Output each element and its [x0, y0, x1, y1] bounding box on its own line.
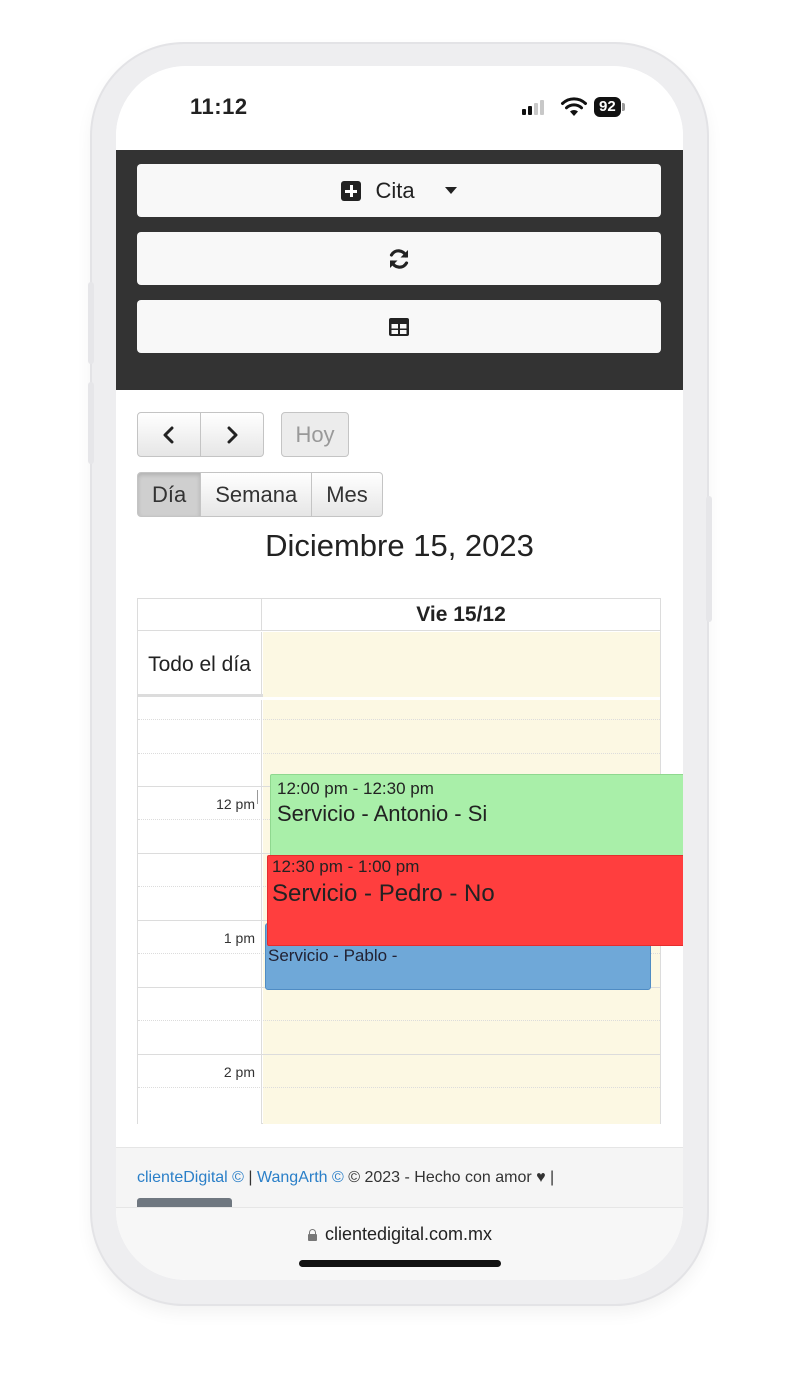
hour-label-12pm: 12 pm: [216, 796, 255, 812]
chevron-right-icon: [227, 426, 238, 443]
url-display[interactable]: clientedigital.com.mx: [116, 1224, 683, 1245]
phone-side-button-left-2: [88, 382, 94, 464]
all-day-label: Todo el día: [138, 632, 262, 697]
drag-handle[interactable]: [257, 790, 260, 804]
chevron-left-icon: [163, 426, 174, 443]
slot-row: [138, 1054, 660, 1055]
refresh-button[interactable]: [137, 232, 661, 285]
view-month-button[interactable]: Mes: [312, 472, 383, 517]
today-button[interactable]: Hoy: [281, 412, 349, 457]
status-bar: 11:12 92: [116, 66, 683, 150]
event-title: Servicio - Antonio - Si: [277, 801, 488, 826]
table-view-button[interactable]: [137, 300, 661, 353]
time-gutter: [138, 700, 262, 1124]
hour-label-2pm: 2 pm: [223, 1064, 255, 1080]
view-week-button[interactable]: Semana: [201, 472, 313, 517]
prev-button[interactable]: [137, 412, 201, 457]
footer-credits: clienteDigital © | WangArth © © 2023 - H…: [137, 1169, 554, 1187]
slot-row: [138, 1087, 660, 1088]
event-title: Servicio - Pedro - No: [272, 880, 495, 907]
table-icon: [389, 317, 409, 336]
phone-side-button-left-1: [88, 282, 94, 364]
all-day-row: Todo el día: [138, 632, 660, 697]
event-time: 12:30 pm - 1:00 pm: [272, 857, 420, 876]
plus-square-icon: [341, 180, 362, 201]
event-pedro[interactable]: 12:30 pm - 1:00 pm Servicio - Pedro - No: [267, 855, 683, 946]
next-button[interactable]: [201, 412, 264, 457]
calendar-header: Vie 15/12: [138, 599, 660, 631]
calendar-title: Diciembre 15, 2023: [265, 528, 534, 563]
new-appointment-button[interactable]: Cita: [137, 164, 661, 217]
refresh-icon: [389, 248, 409, 269]
wifi-icon: [561, 97, 587, 116]
all-day-cell[interactable]: [263, 632, 660, 697]
new-appointment-label: Cita: [375, 177, 415, 203]
page-footer: clienteDigital © | WangArth © © 2023 - H…: [116, 1147, 683, 1210]
signal-icon: [522, 100, 544, 115]
browser-url-bar[interactable]: clientedigital.com.mx: [116, 1207, 683, 1280]
header-gutter: [138, 599, 262, 631]
footer-separator: |: [243, 1169, 257, 1186]
app-toolbar: Cita: [116, 150, 683, 390]
slot-row: [138, 719, 660, 720]
event-time: 12:00 pm - 12:30 pm: [277, 779, 434, 798]
footer-link-clientedigital[interactable]: clienteDigital ©: [137, 1169, 244, 1186]
caret-down-icon: [444, 187, 457, 194]
footer-link-wangarth[interactable]: WangArth ©: [257, 1169, 344, 1186]
phone-screen: 11:12 92 Cita Hoy Día Semana Mes Diciemb…: [116, 66, 683, 1280]
phone-side-button-right: [706, 496, 712, 622]
day-header: Vie 15/12: [416, 603, 506, 626]
event-title: Servicio - Pablo -: [268, 946, 398, 965]
slot-row: [138, 753, 660, 754]
home-indicator[interactable]: [299, 1260, 501, 1267]
footer-copyright: © 2023 - Hecho con amor ♥ |: [343, 1169, 555, 1186]
status-time: 11:12: [190, 94, 248, 119]
calendar-nav-group: [137, 412, 264, 457]
url-text: clientedigital.com.mx: [324, 1224, 493, 1244]
view-day-button[interactable]: Día: [137, 472, 202, 517]
lock-icon: [307, 1228, 317, 1241]
slot-row: [138, 1020, 660, 1021]
hour-label-1pm: 1 pm: [223, 930, 255, 946]
battery-icon: 92: [594, 96, 625, 118]
view-switcher: Día Semana Mes: [137, 472, 383, 517]
event-antonio[interactable]: 12:00 pm - 12:30 pm Servicio - Antonio -…: [270, 774, 683, 858]
battery-level: 92: [594, 97, 621, 117]
